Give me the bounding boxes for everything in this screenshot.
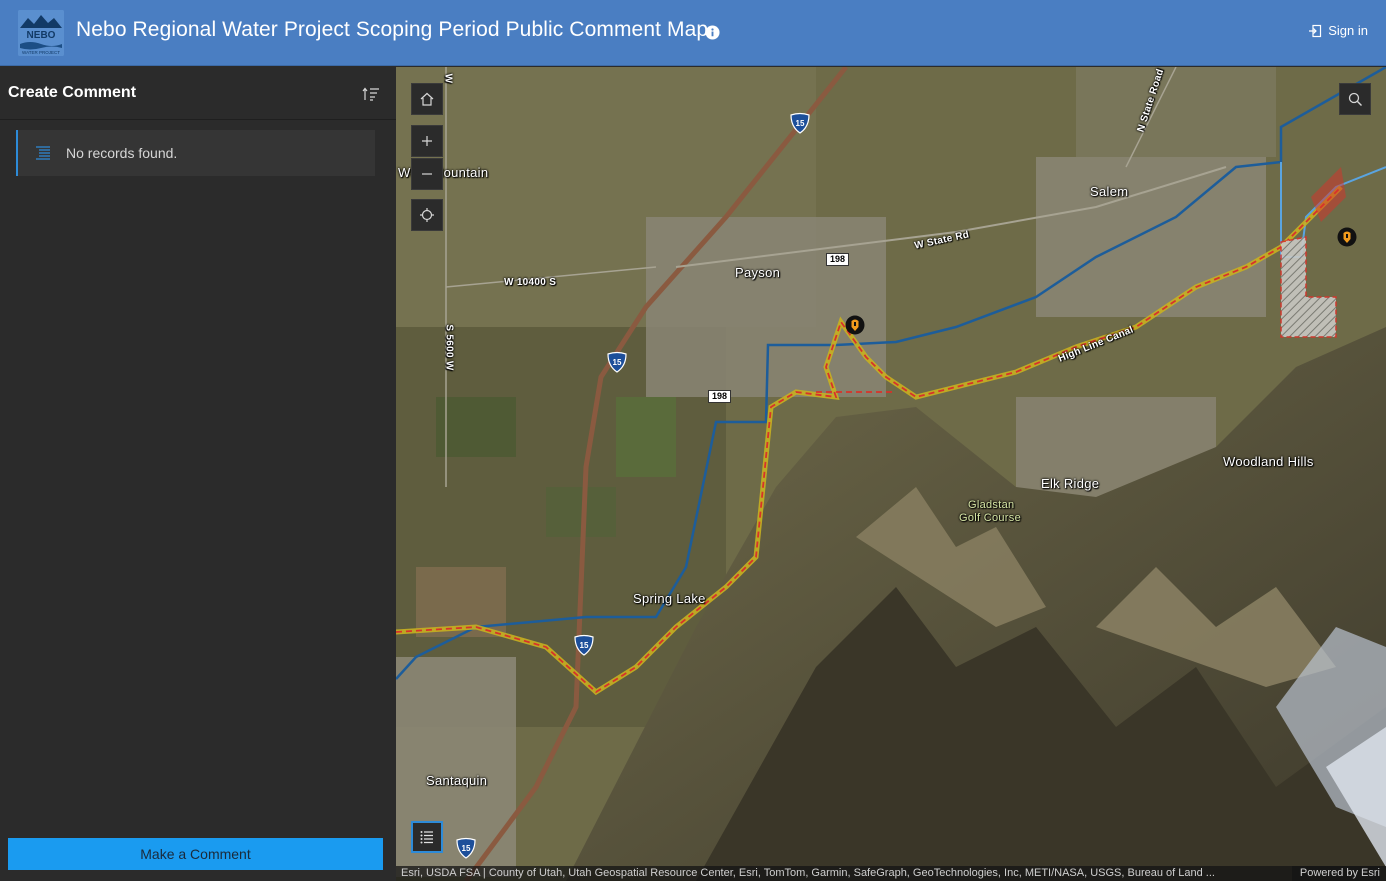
place-label-gladstan: Gladstan <box>968 499 1015 511</box>
comment-marker-icon[interactable] <box>1337 227 1357 247</box>
table-list-icon <box>36 146 50 160</box>
interstate-15-shield: 15 <box>574 634 594 656</box>
app-root: NEBO WATER PROJECT Nebo Regional Water P… <box>0 0 1386 881</box>
zoom-in-button[interactable] <box>411 125 443 157</box>
place-label-woodland-hills: Woodland Hills <box>1223 454 1314 469</box>
no-records-text: No records found. <box>66 145 178 161</box>
search-button[interactable] <box>1339 83 1371 115</box>
shield-label: 15 <box>462 844 471 853</box>
satellite-basemap <box>396 67 1386 881</box>
state-route-198-shield: 198 <box>826 253 850 266</box>
interstate-15-shield: 15 <box>790 112 810 134</box>
home-icon <box>420 92 434 106</box>
zoom-in-icon <box>422 136 432 146</box>
legend-button[interactable] <box>411 821 443 853</box>
road-label-w-vertical: W <box>442 73 454 84</box>
nebo-logo: NEBO WATER PROJECT <box>18 10 64 56</box>
sign-in-button[interactable]: Sign in <box>1308 23 1368 38</box>
create-comment-panel: Create Comment No records found. Make a … <box>0 67 396 881</box>
legend-icon <box>420 831 433 844</box>
place-label-santaquin: Santaquin <box>426 773 488 788</box>
powered-by-esri[interactable]: Powered by Esri <box>1291 866 1380 881</box>
sort-icon[interactable] <box>362 86 380 102</box>
road-label-s-5600-w: S 5600 W <box>443 324 455 371</box>
panel-title: Create Comment <box>8 84 137 101</box>
panel-header: Create Comment <box>0 67 396 120</box>
place-label-payson: Payson <box>735 265 781 280</box>
interstate-15-shield: 15 <box>456 837 476 859</box>
info-icon[interactable] <box>705 25 720 40</box>
zoom-out-button[interactable] <box>411 158 443 190</box>
place-label-spring-lake: Spring Lake <box>633 591 706 606</box>
search-icon <box>1348 92 1362 106</box>
place-label-salem: Salem <box>1090 184 1129 199</box>
shield-label: 15 <box>580 641 589 650</box>
home-button[interactable] <box>411 83 443 115</box>
comment-marker-icon[interactable] <box>845 315 865 335</box>
sign-in-icon <box>1309 24 1322 37</box>
make-comment-button[interactable]: Make a Comment <box>8 838 383 870</box>
map-attribution[interactable]: Esri, USDA FSA | County of Utah, Utah Ge… <box>396 866 1386 881</box>
sign-in-label: Sign in <box>1328 23 1368 38</box>
map-view[interactable]: Payson Salem Elk Ridge Woodland Hills Sp… <box>396 67 1386 881</box>
no-records-notice: No records found. <box>16 130 375 176</box>
road-label-w-10400-s: W 10400 S <box>504 277 557 288</box>
place-label-golf-course: Golf Course <box>959 512 1021 524</box>
shield-label: 15 <box>613 358 622 367</box>
place-label-elk-ridge: Elk Ridge <box>1041 476 1100 491</box>
zoom-out-icon <box>422 173 432 175</box>
interstate-15-shield: 15 <box>607 351 627 373</box>
app-title: Nebo Regional Water Project Scoping Peri… <box>76 18 709 41</box>
logo-subtext: WATER PROJECT <box>22 50 60 55</box>
locate-button[interactable] <box>411 199 443 231</box>
locate-icon <box>420 208 434 222</box>
logo-text: NEBO <box>27 30 56 41</box>
state-route-198-shield: 198 <box>708 390 732 403</box>
shield-label: 15 <box>796 119 805 128</box>
app-header: NEBO WATER PROJECT Nebo Regional Water P… <box>0 0 1386 66</box>
